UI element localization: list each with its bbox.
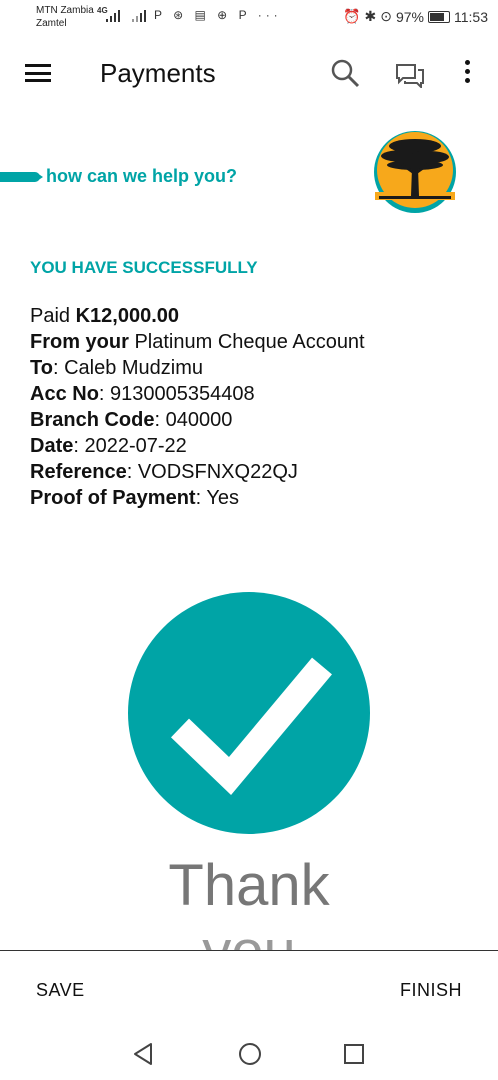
search-icon[interactable] xyxy=(330,58,360,88)
save-button[interactable]: SAVE xyxy=(36,980,85,1001)
paid-amount: K12,000.00 xyxy=(75,305,180,327)
page-title: Payments xyxy=(100,58,216,88)
tagline-arrow xyxy=(37,173,43,181)
signal-icon xyxy=(106,10,120,22)
to-label: To xyxy=(30,357,53,379)
tagline: how can we help you? xyxy=(46,166,238,186)
carrier-name-1: MTN Zambia xyxy=(36,5,94,16)
payment-details: Paid K12,000.00 From your Platinum Chequ… xyxy=(30,303,365,511)
app-bar: Payments xyxy=(0,36,498,110)
status-right: ⏰ ✱ ⊙ 97% 11:53 xyxy=(343,8,488,25)
date-label: Date xyxy=(30,435,74,457)
from-label: From your xyxy=(30,331,129,353)
branch-line: Branch Code: 040000 xyxy=(30,407,365,433)
reference-label: Reference xyxy=(30,461,127,483)
success-heading: YOU HAVE SUCCESSFULLY xyxy=(30,258,258,277)
branch-value: : 040000 xyxy=(154,409,233,431)
finish-button[interactable]: FINISH xyxy=(400,980,462,1001)
home-icon[interactable] xyxy=(238,1042,262,1066)
bank-logo xyxy=(374,131,456,213)
thank-you-text: Thank xyxy=(168,853,330,918)
acc-line: Acc No: 9130005354408 xyxy=(30,381,365,407)
bluetooth-icon: ✱ xyxy=(364,8,377,24)
battery-icon xyxy=(428,10,450,23)
alarm-icon: ⏰ xyxy=(343,8,361,24)
location-icon: ⊙ xyxy=(380,8,392,24)
date-line: Date: 2022-07-22 xyxy=(30,433,365,459)
menu-icon[interactable] xyxy=(25,64,51,82)
clock: 11:53 xyxy=(454,8,488,25)
pop-line: Proof of Payment: Yes xyxy=(30,485,365,511)
from-value: Platinum Cheque Account xyxy=(134,331,365,353)
system-nav-bar xyxy=(0,1028,498,1080)
battery-percent: 97% xyxy=(395,8,424,25)
chat-icon[interactable] xyxy=(395,62,425,88)
pop-label: Proof of Payment xyxy=(30,487,196,509)
date-value: : 2022-07-22 xyxy=(73,435,187,457)
paid-label: Paid xyxy=(30,305,71,327)
back-icon[interactable] xyxy=(132,1042,154,1066)
status-bar: MTN Zambia Zamtel 4G P ⊛ ▤ ⊕ P ··· ⏰ ✱ ⊙… xyxy=(0,0,498,36)
acc-label: Acc No xyxy=(30,383,99,405)
branch-label: Branch Code xyxy=(30,409,155,431)
to-value: : Caleb Mudzimu xyxy=(52,357,204,379)
paid-line: Paid K12,000.00 xyxy=(30,303,365,329)
reference-value: : VODSFNXQ22QJ xyxy=(126,461,298,483)
recent-apps-icon[interactable] xyxy=(343,1043,365,1065)
more-options-icon[interactable] xyxy=(462,60,472,88)
signal-icon-2 xyxy=(132,10,146,22)
acc-value: : 9130005354408 xyxy=(98,383,255,405)
pop-value: : Yes xyxy=(195,487,239,509)
from-line: From your Platinum Cheque Account xyxy=(30,329,365,355)
reference-line: Reference: VODSFNXQ22QJ xyxy=(30,459,365,485)
carrier-name-2: Zamtel xyxy=(36,18,67,29)
thank-you-text-2: you xyxy=(0,918,498,950)
to-line: To: Caleb Mudzimu xyxy=(30,355,365,381)
tagline-bar xyxy=(0,172,40,182)
action-bar: SAVE FINISH xyxy=(0,951,498,1028)
notification-icons: P ⊛ ▤ ⊕ P ··· xyxy=(154,8,282,22)
success-check-icon xyxy=(128,592,370,834)
